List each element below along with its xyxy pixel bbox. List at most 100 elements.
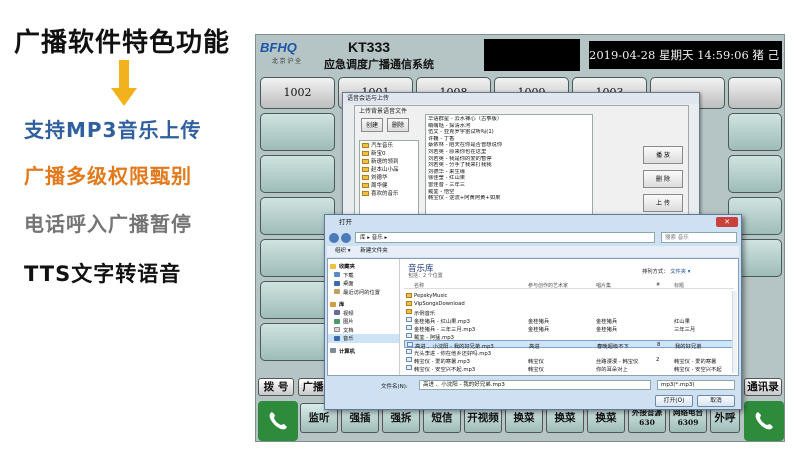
file-name: PepskyMusic [414, 293, 448, 299]
song-item[interactable]: 蔡依林 - 陷天在你是否曾想说你 [428, 142, 590, 149]
file-row[interactable]: 金桂猪兵 - 三年三月.mp3 金桂猪兵 金桂猪兵 三年三月 [404, 324, 734, 333]
file-open-dialog: 打开 ✕ 库 ▸ 音乐 ▸ 搜索 音乐 组织 ▾ 新建文件夹 收藏夹 下载 桌面… [324, 214, 742, 410]
nav-label: 最近访问的位置 [343, 289, 381, 296]
song-item[interactable]: 伍文 - 亚克罗宇宙试听吗(1) [428, 129, 590, 136]
nav-documents[interactable]: 文档 [328, 326, 399, 335]
folder-item[interactable]: 赵本山小品 [360, 165, 418, 173]
col-album[interactable]: 唱片集 [596, 282, 611, 289]
play-button[interactable]: 播 放 [643, 146, 683, 164]
file-row[interactable]: 光头李进 - 你在他乡还好吗.mp3 [404, 348, 734, 357]
song-item[interactable]: 韩宝仪 - 逆流+阿黄阿黄+如果 [428, 195, 590, 202]
audio-file-icon [406, 333, 412, 338]
song-item[interactable]: 刘若英 - 原来你也在这里 [428, 149, 590, 156]
folder-icon [362, 182, 369, 188]
file-dialog-footer: 文件名(N): 高进 、小沈阳 - 我的好兄弟.mp3 mp3(*.mp3) 打… [327, 378, 739, 410]
nav-desktop[interactable]: 桌面 [328, 279, 399, 288]
recent-icon [334, 289, 340, 295]
nav-recent[interactable]: 最近访问的位置 [328, 288, 399, 297]
song-item[interactable]: 刘若英 - 分手了我来打我我 [428, 162, 590, 169]
nav-favorites[interactable]: 收藏夹 [328, 262, 399, 271]
folder-item[interactable]: 新宝0 [360, 149, 418, 157]
folder-row[interactable]: 示例音乐 [404, 308, 734, 317]
arrange-select[interactable]: 文件夹 ▾ [670, 269, 690, 275]
create-folder-button[interactable]: 创建 [361, 118, 383, 132]
cancel-button[interactable]: 取消 [697, 395, 735, 407]
upload-button[interactable]: 上 传 [643, 194, 683, 212]
extension-cell[interactable] [728, 113, 782, 151]
nav-music[interactable]: 音乐 [328, 334, 399, 343]
nav-label: 下载 [343, 272, 354, 279]
vertical-scrollbar[interactable] [732, 291, 737, 373]
song-item[interactable]: 戴荃 - 悟空 [428, 189, 590, 196]
extension-cell[interactable] [260, 155, 335, 193]
file-row[interactable]: 高进 、小沈阳 - 我的好兄弟.mp3 高进 春晚超级不下 8 我的好兄弟 [404, 340, 734, 350]
audio-file-icon [406, 317, 412, 322]
song-item[interactable]: 雷佳音 - 三年三 [428, 182, 590, 189]
forward-icon[interactable] [341, 233, 351, 243]
search-input[interactable]: 搜索 音乐 [661, 232, 737, 243]
nav-computer[interactable]: 计算机 [328, 347, 399, 356]
folder-item[interactable]: 刘德华 [360, 173, 418, 181]
desktop-icon [334, 280, 340, 286]
song-item[interactable]: 徐佳莹 - 红山果 [428, 175, 590, 182]
filetype-select[interactable]: mp3(*.mp3) [657, 380, 735, 390]
file-row[interactable]: 戴荃 - 阿猛.mp3 [404, 332, 734, 341]
phone-hangup-icon[interactable] [744, 401, 784, 441]
song-item[interactable]: 刘若英 - 我是你的爱的暂停 [428, 156, 590, 163]
audio-file-icon [406, 349, 412, 354]
folder-icon [406, 309, 412, 314]
col-title[interactable]: 标题 [674, 282, 684, 289]
folder-row[interactable]: VipSongsDownload [404, 300, 734, 308]
back-icon[interactable] [329, 233, 339, 243]
folder-icon [362, 150, 369, 156]
song-item[interactable]: 华语群星 - 云水禅心（古筝版） [428, 116, 590, 123]
picture-icon [334, 318, 340, 324]
extension-cell[interactable] [260, 113, 335, 151]
file-pane: 音乐库 包括：2 个位置 排列方式： 文件夹 ▾ 名称 参与创作的艺术家 唱片集… [402, 259, 738, 375]
logo-subtext: 北 京 沪 全 [272, 59, 302, 65]
address-input[interactable]: 库 ▸ 音乐 ▸ [355, 232, 655, 243]
open-button[interactable]: 打开(O) [655, 395, 693, 407]
delete-song-button[interactable]: 删 除 [643, 170, 683, 188]
folder-label: 刘德华 [371, 175, 388, 181]
delete-folder-button[interactable]: 删除 [387, 118, 409, 132]
address-bar: 库 ▸ 音乐 ▸ 搜索 音乐 [329, 232, 739, 244]
col-name[interactable]: 名称 [414, 282, 424, 289]
song-item[interactable]: 萌萌哒 - 探清水河 [428, 123, 590, 130]
close-icon[interactable]: ✕ [716, 217, 738, 227]
song-item[interactable]: 刘德华 - 来生缘 [428, 169, 590, 176]
nav-pictures[interactable]: 图片 [328, 317, 399, 326]
folder-item[interactable]: 汽车音乐 [360, 141, 418, 149]
extension-cell[interactable] [728, 155, 782, 193]
feature-permission: 广播多级权限甄别 [24, 164, 192, 188]
folder-row[interactable]: PepskyMusic [404, 292, 734, 300]
nav-downloads[interactable]: 下载 [328, 271, 399, 280]
col-track[interactable]: # [656, 282, 660, 288]
file-row[interactable]: 金桂猪兵 - 红山果.mp3 金桂猪兵 金桂猪兵 红山果 [404, 316, 734, 325]
col-artist[interactable]: 参与创作的艺术家 [528, 282, 568, 289]
phone-answer-icon[interactable] [258, 401, 298, 441]
folder-item[interactable]: 喜欢的音乐 [360, 189, 418, 197]
organize-menu[interactable]: 组织 ▾ [335, 248, 351, 254]
dial-button[interactable]: 拨 号 [258, 378, 294, 396]
folder-label: 新宝0 [371, 151, 386, 157]
computer-icon [330, 348, 336, 354]
extension-cell[interactable] [728, 77, 782, 109]
folder-item[interactable]: 周华健 [360, 181, 418, 189]
nav-libraries[interactable]: 库 [328, 300, 399, 309]
file-row[interactable]: 韩宝仪 - 爱的寒暑.mp3 韩宝仪 丝路漫漫 - 韩宝仪 2 韩宝仪 - 爱的寒暑 [404, 356, 734, 365]
nav-videos[interactable]: 视频 [328, 309, 399, 318]
song-item[interactable]: 许巍 - 丁香 [428, 136, 590, 143]
folder-item[interactable]: 新速的领到 [360, 157, 418, 165]
nav-label: 计算机 [339, 348, 355, 355]
audio-file-icon [407, 342, 413, 347]
file-list: PepskyMusic VipSongsDownload 示例音乐 金桂猪兵 - 红山… [404, 292, 734, 373]
new-folder-button[interactable]: 新建文件夹 [360, 248, 388, 254]
down-arrow-icon [111, 60, 137, 106]
contacts-button[interactable]: 通讯录 [744, 378, 782, 396]
filename-input[interactable]: 高进 、小沈阳 - 我的好兄弟.mp3 [419, 380, 651, 390]
extension-cell[interactable]: 1002 [260, 77, 335, 109]
library-icon [330, 301, 336, 307]
upload-panel: 上传背景语音文件 创建 删除 汽车音乐 新宝0 新速的领到 赵本山小品 刘德华 … [354, 105, 689, 227]
file-row[interactable]: 韩宝仪 - 安空兴不起.mp3 韩宝仪 你的耳朵对上 韩宝仪 - 安空兴不起 [404, 364, 734, 373]
